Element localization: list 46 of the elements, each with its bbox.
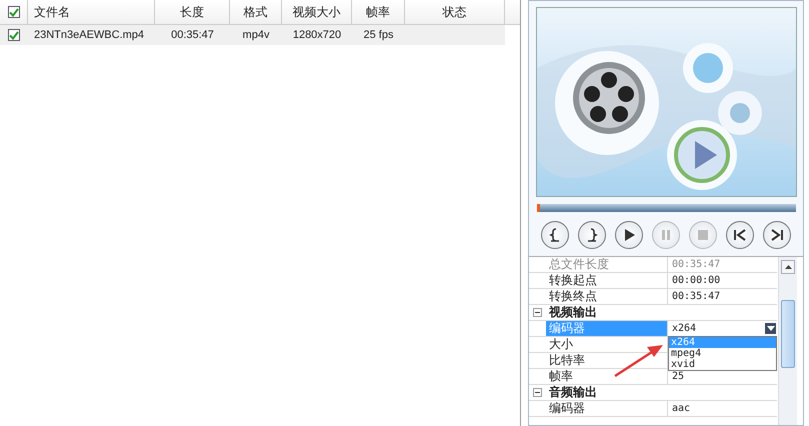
table-cell: 23NTn3eAEWBC.mp4 (34, 29, 144, 41)
column-header[interactable]: 帧率 (366, 4, 390, 20)
column-header[interactable]: 状态 (442, 4, 466, 20)
property-value[interactable]: 00:00:00 (672, 275, 720, 286)
group-heading[interactable]: 视频输出 (549, 304, 597, 321)
dropdown-arrow-icon (765, 323, 776, 334)
column-header[interactable]: 文件名 (34, 4, 70, 20)
property-value[interactable]: aac (672, 403, 690, 414)
property-name[interactable]: 帧率 (546, 369, 668, 384)
column-header[interactable]: 格式 (244, 4, 268, 20)
scrollbar[interactable] (778, 257, 797, 425)
table-cell: 25 fps (364, 29, 394, 41)
table-cell: 00:35:47 (171, 29, 214, 41)
play-icon (622, 228, 636, 242)
dropdown-option[interactable]: xvid (669, 359, 776, 370)
table-cell: 1280x720 (292, 29, 342, 41)
property-name[interactable]: 转换终点 (546, 289, 668, 304)
mark-out-button[interactable] (578, 221, 606, 249)
mark-in-button[interactable] (541, 221, 569, 249)
left-brace-icon (548, 228, 562, 242)
collapse-toggle[interactable] (533, 308, 542, 317)
prev-button[interactable] (726, 221, 754, 249)
play-button[interactable] (615, 221, 643, 249)
column-header[interactable]: 视频大小 (292, 4, 340, 20)
property-value[interactable]: 25 (672, 371, 684, 382)
right-brace-icon (585, 228, 599, 242)
property-name[interactable]: 转换起点 (546, 273, 668, 288)
group-heading[interactable]: 音频输出 (549, 384, 597, 401)
scroll-thumb[interactable] (781, 300, 795, 368)
progress-thumb[interactable] (536, 204, 540, 212)
annotation-arrow (614, 345, 663, 377)
skip-forward-icon (770, 228, 784, 242)
pause-icon (659, 228, 673, 242)
file-row[interactable]: 23NTn3eAEWBC.mp4 00:35:47 mp4v 1280x720 25 fps (0, 25, 505, 45)
select-all-checkbox[interactable] (8, 6, 20, 18)
property-name[interactable]: 编码器 (546, 401, 668, 416)
dropdown-option[interactable]: mpeg4 (669, 348, 776, 359)
column-header[interactable]: 长度 (180, 4, 204, 20)
property-value[interactable]: 00:35:47 (672, 291, 720, 302)
stop-icon (696, 228, 710, 242)
table-cell: mp4v (242, 29, 270, 41)
progress-track[interactable] (536, 204, 796, 212)
next-button[interactable] (763, 221, 791, 249)
skip-back-icon (733, 228, 747, 242)
row-checkbox[interactable] (8, 29, 20, 41)
collapse-toggle[interactable] (533, 388, 542, 397)
